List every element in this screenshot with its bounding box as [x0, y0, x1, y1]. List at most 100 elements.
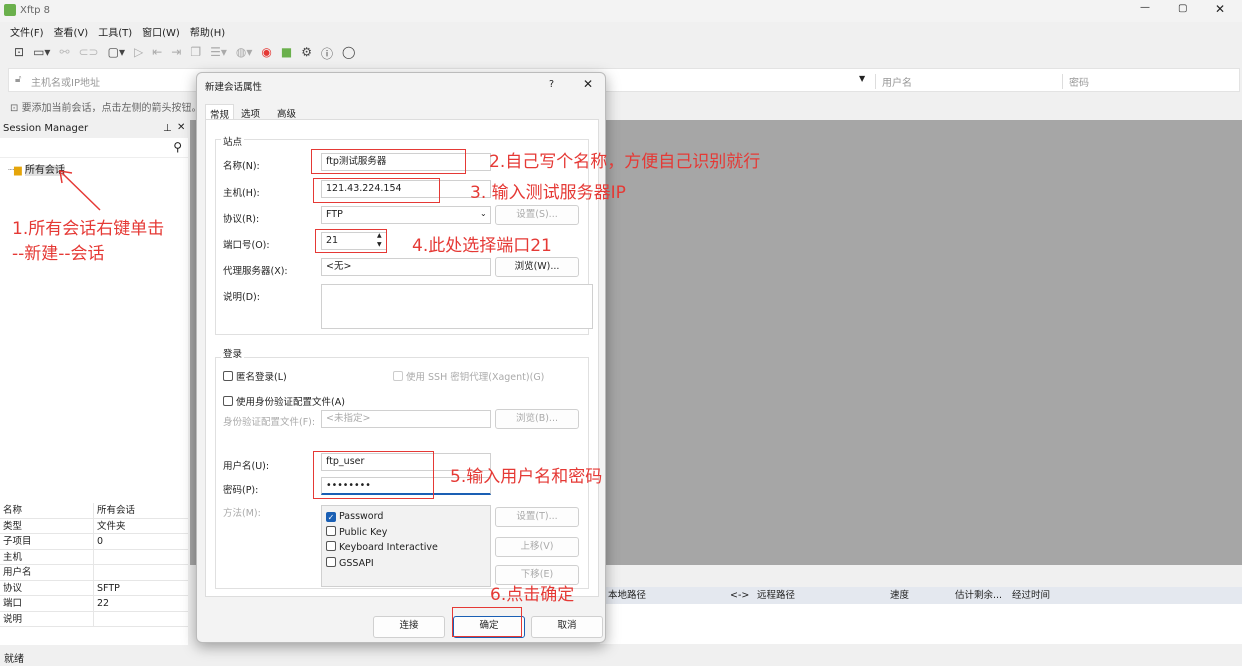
title-bar: Xftp 8 — ▢ ✕ [0, 0, 1242, 22]
property-row: 说明 [0, 611, 188, 627]
tab-advanced[interactable]: 高级 [277, 106, 296, 120]
minimize-button[interactable]: — [1140, 2, 1150, 13]
menu-tools[interactable]: 工具(T) [98, 24, 132, 39]
highlight-credentials [313, 451, 434, 499]
protocol-settings-button[interactable]: 设置(S)... [495, 205, 579, 225]
property-value [94, 565, 97, 580]
close-panel-icon[interactable]: ✕ [177, 122, 185, 133]
protocol-select[interactable]: FTP [321, 206, 491, 224]
col-local-path[interactable]: 本地路径 [608, 587, 646, 604]
checkbox-icon [326, 525, 336, 536]
method-settings-button[interactable]: 设置(T)... [495, 507, 579, 527]
col-eta[interactable]: 估计剩余... [955, 587, 1002, 604]
lock-icon: 🔓︎ [15, 74, 22, 85]
open-icon[interactable]: ▭▾ [33, 45, 50, 62]
protocol-label: 协议(R): [223, 214, 260, 225]
profile-browse-button[interactable]: 浏览(B)... [495, 409, 579, 429]
left-icon[interactable]: ⇤ [152, 45, 162, 62]
play-icon[interactable]: ▷ [134, 45, 143, 62]
password-label: 密码(P): [223, 485, 259, 496]
annotation-2: 2.自己写个名称，方便自己识别就行 [489, 152, 761, 172]
property-value: 22 [97, 598, 110, 609]
chat-icon[interactable]: ◯ [342, 45, 355, 62]
property-value: 0 [97, 536, 104, 547]
method-checkbox[interactable]: Public Key [326, 525, 490, 541]
menu-window[interactable]: 窗口(W) [142, 24, 180, 39]
help-icon[interactable]: ⓘ [321, 45, 333, 62]
tab-options[interactable]: 选项 [241, 106, 260, 120]
method-checkbox[interactable]: GSSAPI [326, 556, 490, 572]
site-group-label: 站点 [221, 134, 245, 148]
globe-icon[interactable]: ◍▾ [236, 45, 253, 62]
copy-icon[interactable]: ❐ [190, 45, 201, 62]
menu-file[interactable]: 文件(F) [10, 24, 44, 39]
host-dropdown-icon[interactable]: ▼ [859, 74, 865, 83]
highlight-host [313, 178, 440, 203]
property-key: 主机 [0, 549, 94, 564]
menu-bar: 文件(F) 查看(V) 工具(T) 窗口(W) 帮助(H) [10, 24, 225, 39]
app-title: Xftp 8 [20, 5, 51, 16]
new-tab-icon[interactable]: ▢▾ [108, 45, 125, 62]
property-row: 协议 SFTP [0, 580, 188, 596]
method-list[interactable]: ✓ Password Public Key Keyboard Interactive G… [321, 505, 491, 587]
help-button[interactable]: ? [549, 79, 554, 90]
search-icon[interactable]: ⚲ [173, 140, 182, 154]
close-button[interactable]: ✕ [1215, 2, 1225, 16]
move-up-button[interactable]: 上移(V) [495, 537, 579, 557]
col-direction[interactable]: <-> [730, 587, 749, 604]
checkbox-icon: ✓ [326, 512, 336, 522]
dialog-close-button[interactable]: ✕ [583, 77, 593, 91]
xagent-checkbox[interactable]: 使用 SSH 密钥代理(Xagent)(G) [393, 369, 544, 383]
proxy-select[interactable]: <无> [321, 258, 491, 276]
toolbar: ⊡ ▭▾ ⚯ ⊂⊃ ▢▾ ▷ ⇤ ⇥ ❐ ☰▾ ◍▾ ◉ ■ ⚙ ⓘ ◯ [14, 45, 355, 62]
xftp-icon[interactable]: ■ [281, 45, 292, 62]
method-checkbox[interactable]: ✓ Password [326, 509, 490, 525]
proxy-browse-button[interactable]: 浏览(W)... [495, 257, 579, 277]
maximize-button[interactable]: ▢ [1178, 3, 1187, 14]
reconnect-icon[interactable]: ⊂⊃ [79, 45, 99, 62]
method-label: 方法(M): [223, 508, 261, 519]
col-elapsed[interactable]: 经过时间 [1012, 587, 1050, 604]
pin-icon[interactable]: ⊥ [163, 123, 172, 134]
property-key: 类型 [0, 518, 94, 533]
menu-help[interactable]: 帮助(H) [190, 24, 225, 39]
method-checkbox[interactable]: Keyboard Interactive [326, 540, 490, 556]
folder-icon: ▆ [14, 165, 22, 176]
username-label: 用户名(U): [223, 461, 270, 472]
username-input[interactable]: 用户名 [875, 74, 1055, 89]
properties-panel: 名称 所有会话 类型 文件夹 子项目 0 主机 用户名 协议 SFTP 端口 22 说明 [0, 503, 188, 645]
add-session-icon[interactable]: ⊡ [10, 103, 22, 114]
proxy-label: 代理服务器(X): [223, 266, 288, 277]
property-key: 用户名 [0, 565, 94, 580]
anonymous-checkbox[interactable]: 匿名登录(L) [223, 369, 287, 383]
profile-select[interactable]: <未指定> [321, 410, 491, 428]
annotation-5: 5.输入用户名和密码 [450, 467, 603, 487]
col-remote-path[interactable]: 远程路径 [757, 587, 795, 604]
list-icon[interactable]: ☰▾ [210, 45, 227, 62]
description-label: 说明(D): [223, 292, 260, 303]
gear-icon[interactable]: ⚙ [301, 45, 312, 62]
property-row: 用户名 [0, 565, 188, 581]
property-key: 协议 [0, 580, 94, 595]
property-key: 名称 [0, 503, 94, 518]
checkbox-icon [326, 541, 336, 551]
connect-button[interactable]: 连接 [373, 616, 445, 638]
property-value: 文件夹 [97, 520, 126, 532]
annotation-arrow [59, 170, 101, 211]
cancel-button[interactable]: 取消 [531, 616, 603, 638]
disconnect-icon[interactable]: ⚯ [59, 45, 69, 62]
xshell-icon[interactable]: ◉ [261, 45, 271, 62]
host-input[interactable]: 主机名或IP地址 [31, 74, 100, 89]
description-textarea[interactable] [321, 284, 593, 329]
annotation-4: 4.此处选择端口21 [412, 236, 552, 256]
new-session-icon[interactable]: ⊡ [14, 45, 24, 62]
property-value [94, 612, 97, 627]
highlight-port [315, 229, 387, 253]
col-speed[interactable]: 速度 [890, 587, 909, 604]
menu-view[interactable]: 查看(V) [54, 24, 89, 39]
password-input[interactable]: 密码 [1062, 74, 1089, 89]
property-row: 主机 [0, 549, 188, 565]
property-value: 所有会话 [97, 505, 136, 516]
use-profile-checkbox[interactable]: 使用身份验证配置文件(A) [223, 394, 345, 408]
right-icon[interactable]: ⇥ [171, 45, 181, 62]
